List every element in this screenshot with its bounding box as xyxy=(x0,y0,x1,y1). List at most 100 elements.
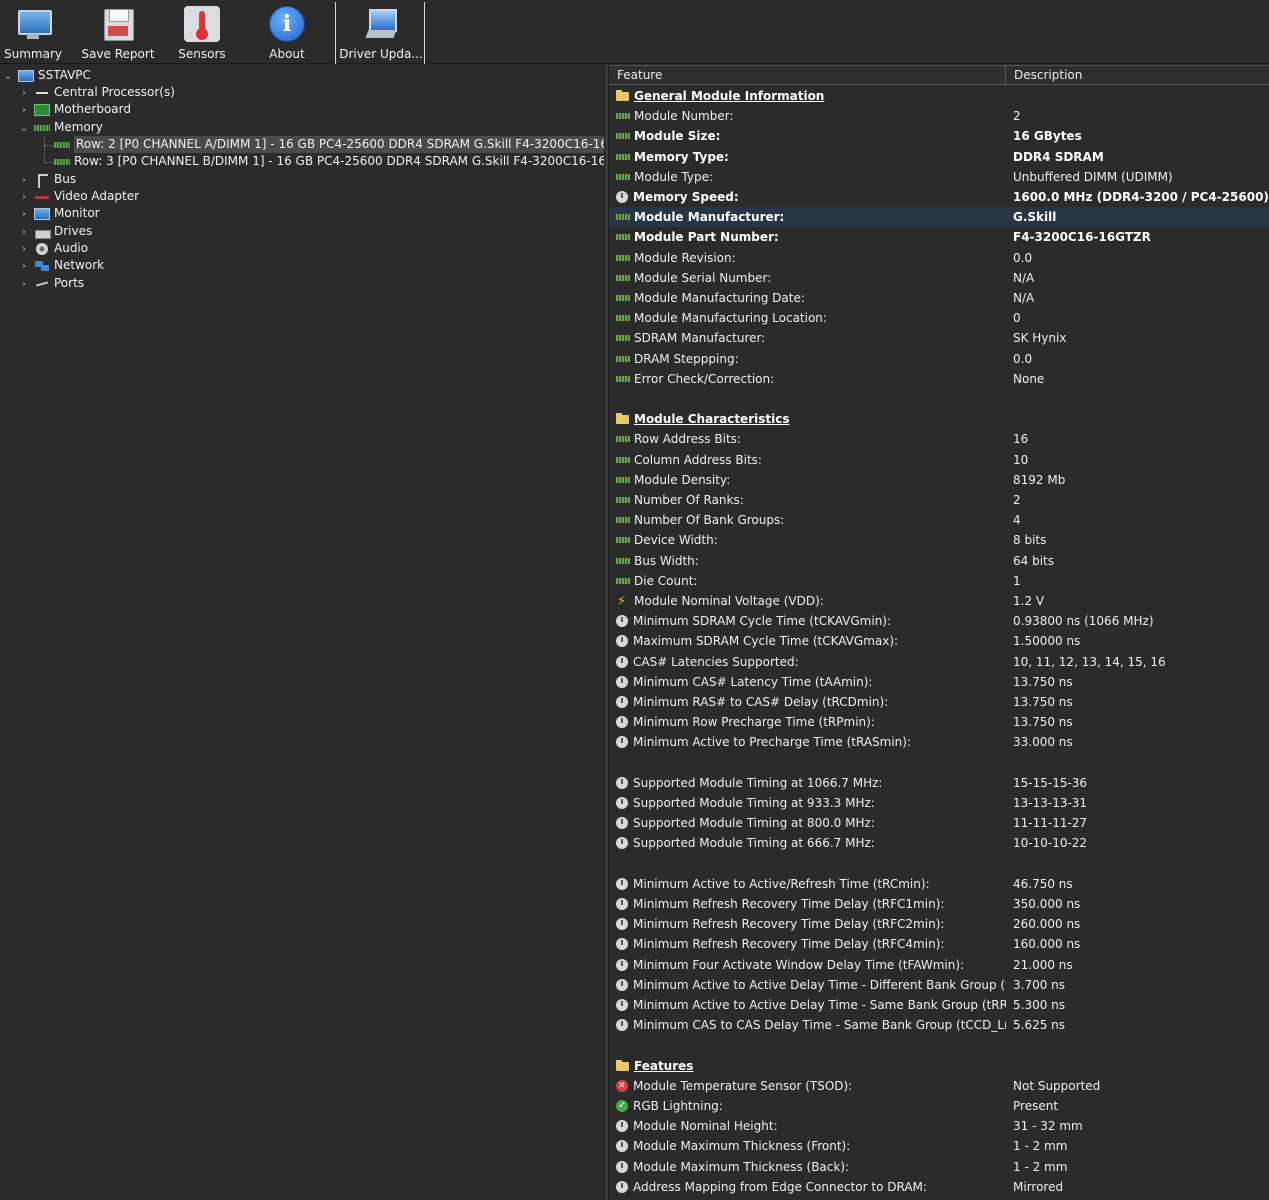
detail-row[interactable]: Minimum RAS# to CAS# Delay (tRCDmin): 13.… xyxy=(609,692,1269,712)
sensors-button[interactable]: Sensors xyxy=(174,2,230,62)
clock-icon xyxy=(616,696,628,708)
detail-row[interactable]: Memory Type: DDR4 SDRAM xyxy=(609,147,1269,167)
tree-item-memory-row-3[interactable]: Row: 3 [P0 CHANNEL B/DIMM 1] - 16 GB PC4… xyxy=(54,153,604,170)
section-header-row[interactable]: Features xyxy=(609,1056,1269,1076)
detail-row[interactable]: Minimum Refresh Recovery Time Delay (tRF… xyxy=(609,894,1269,914)
section-header-row[interactable]: Module Characteristics xyxy=(609,409,1269,429)
tree-item-memory-row-2[interactable]: Row: 2 [P0 CHANNEL A/DIMM 1] - 16 GB PC4… xyxy=(54,136,604,153)
detail-row[interactable]: Module Serial Number: N/A xyxy=(609,268,1269,288)
chevron-right-icon[interactable]: › xyxy=(18,188,30,205)
tree-item-bus[interactable]: › Bus xyxy=(18,171,76,188)
detail-row[interactable]: SDRAM Manufacturer: SK Hynix xyxy=(609,328,1269,348)
detail-row[interactable]: Number Of Ranks: 2 xyxy=(609,490,1269,510)
detail-row[interactable]: Module Size: 16 GBytes xyxy=(609,126,1269,146)
section-header-row[interactable]: General Module Information xyxy=(609,86,1269,106)
tree-item-audio[interactable]: › Audio xyxy=(18,240,88,257)
feature-text: Minimum Active to Active Delay Time - Di… xyxy=(633,977,1006,992)
detail-row[interactable]: Address Mapping from Edge Connector to D… xyxy=(609,1177,1269,1197)
detail-row[interactable]: Minimum Active to Active Delay Time - Di… xyxy=(609,975,1269,995)
tree-item-central-processors[interactable]: › Central Processor(s) xyxy=(18,84,175,101)
tree-root[interactable]: ⌄ SSTAVPC xyxy=(2,67,91,84)
driver-update-button[interactable]: Driver Upda... xyxy=(339,2,423,62)
detail-row[interactable]: Module Manufacturing Date: N/A xyxy=(609,288,1269,308)
description-cell: 0.0 xyxy=(1013,250,1033,265)
chevron-right-icon[interactable]: › xyxy=(18,240,30,257)
chevron-right-icon[interactable]: › xyxy=(18,275,30,292)
detail-row[interactable]: Maximum SDRAM Cycle Time (tCKAVGmax): 1.5… xyxy=(609,631,1269,651)
detail-row[interactable]: Minimum CAS# Latency Time (tAAmin): 13.75… xyxy=(609,672,1269,692)
chevron-right-icon[interactable]: › xyxy=(18,84,30,101)
detail-row[interactable]: Number Of Bank Groups: 4 xyxy=(609,510,1269,530)
detail-row[interactable]: Minimum CAS to CAS Delay Time - Same Ban… xyxy=(609,1015,1269,1035)
detail-row[interactable]: Module Revision: 0.0 xyxy=(609,248,1269,268)
tree-item-drives[interactable]: › Drives xyxy=(18,223,92,240)
save-report-button[interactable]: Save Report xyxy=(80,2,156,62)
column-header-description[interactable]: Description xyxy=(1006,66,1269,85)
tree-item-label: Row: 2 [P0 CHANNEL A/DIMM 1] - 16 GB PC4… xyxy=(74,136,604,153)
detail-row[interactable]: Supported Module Timing at 933.3 MHz: 13-… xyxy=(609,793,1269,813)
feature-cell: Minimum Active to Active Delay Time - Sa… xyxy=(616,995,1006,1015)
detail-row[interactable]: Minimum Active to Active Delay Time - Sa… xyxy=(609,995,1269,1015)
detail-row[interactable]: Supported Module Timing at 666.7 MHz: 10-… xyxy=(609,833,1269,853)
chevron-right-icon[interactable]: › xyxy=(18,171,30,188)
feature-text: Supported Module Timing at 933.3 MHz: xyxy=(633,796,875,810)
detail-row[interactable]: DRAM Steppping: 0.0 xyxy=(609,349,1269,369)
about-button[interactable]: About xyxy=(260,2,314,62)
detail-row[interactable]: Module Manufacturing Location: 0 xyxy=(609,308,1269,328)
detail-row[interactable]: Module Nominal Height: 31 - 32 mm xyxy=(609,1116,1269,1136)
detail-row[interactable]: Minimum Four Activate Window Delay Time … xyxy=(609,955,1269,975)
column-header-feature[interactable]: Feature xyxy=(609,66,1006,85)
info-icon xyxy=(269,6,305,42)
detail-row[interactable]: Bus Width: 64 bits xyxy=(609,551,1269,571)
detail-row[interactable]: Die Count: 1 xyxy=(609,571,1269,591)
detail-row[interactable]: Module Maximum Thickness (Back): 1 - 2 mm xyxy=(609,1157,1269,1177)
details-list[interactable]: Feature Description General Module Infor… xyxy=(609,65,1269,1200)
detail-row[interactable]: Module Manufacturer: G.Skill xyxy=(609,207,1269,228)
detail-row[interactable]: Supported Module Timing at 1066.7 MHz: 15… xyxy=(609,773,1269,793)
detail-row[interactable]: Module Nominal Voltage (VDD): 1.2 V xyxy=(609,591,1269,611)
detail-row[interactable]: Minimum SDRAM Cycle Time (tCKAVGmin): 0.9… xyxy=(609,611,1269,631)
detail-row[interactable]: Memory Speed: 1600.0 MHz (DDR4-3200 / PC4… xyxy=(609,187,1269,207)
detail-row[interactable]: Module Number: 2 xyxy=(609,106,1269,126)
chevron-right-icon[interactable]: › xyxy=(18,257,30,274)
detail-row[interactable]: Error Check/Correction: None xyxy=(609,369,1269,389)
chevron-down-icon[interactable]: ⌄ xyxy=(2,67,14,84)
detail-row[interactable]: Module Part Number: F4-3200C16-16GTZR xyxy=(609,227,1269,247)
driver-update-button-label: Driver Upda... xyxy=(339,47,423,61)
feature-cell: Minimum Four Activate Window Delay Time … xyxy=(616,955,1006,975)
tree-item-motherboard[interactable]: › Motherboard xyxy=(18,101,131,118)
tree-item-monitor[interactable]: › Monitor xyxy=(18,205,100,222)
device-tree[interactable]: ⌄ SSTAVPC › Central Processor(s) › Mothe… xyxy=(0,65,604,1200)
tree-connector xyxy=(44,136,45,163)
chevron-right-icon[interactable]: › xyxy=(18,223,30,240)
summary-button[interactable]: Summary xyxy=(4,2,62,62)
chevron-down-icon[interactable]: ⌄ xyxy=(18,119,30,136)
detail-row[interactable]: Device Width: 8 bits xyxy=(609,530,1269,550)
detail-row[interactable]: Module Maximum Thickness (Front): 1 - 2 m… xyxy=(609,1136,1269,1156)
detail-row[interactable]: Column Address Bits: 10 xyxy=(609,450,1269,470)
feature-cell: Module Characteristics xyxy=(616,409,1006,429)
chevron-right-icon[interactable]: › xyxy=(18,205,30,222)
detail-row[interactable]: Minimum Active to Precharge Time (tRASmi… xyxy=(609,732,1269,752)
description-cell: 0.93800 ns (1066 MHz) xyxy=(1013,614,1154,629)
feature-text: Maximum SDRAM Cycle Time (tCKAVGmax): xyxy=(633,634,899,649)
detail-row[interactable]: Supported Module Timing at 800.0 MHz: 11-… xyxy=(609,813,1269,833)
detail-row[interactable]: Module Density: 8192 Mb xyxy=(609,470,1269,490)
detail-row[interactable]: Minimum Refresh Recovery Time Delay (tRF… xyxy=(609,934,1269,954)
tree-item-video-adapter[interactable]: › Video Adapter xyxy=(18,188,139,205)
tree-item-ports[interactable]: › Ports xyxy=(18,275,84,292)
detail-row[interactable]: Minimum Row Precharge Time (tRPmin): 13.7… xyxy=(609,712,1269,732)
detail-row[interactable]: Minimum Refresh Recovery Time Delay (tRF… xyxy=(609,914,1269,934)
detail-row[interactable]: Module Temperature Sensor (TSOD): Not Sup… xyxy=(609,1076,1269,1096)
detail-row[interactable]: Row Address Bits: 16 xyxy=(609,429,1269,449)
feature-text: Minimum Active to Active Delay Time - Sa… xyxy=(633,998,1006,1012)
detail-row[interactable]: RGB Lightning: Present xyxy=(609,1096,1269,1116)
detail-row[interactable]: CAS# Latencies Supported: 10, 11, 12, 13,… xyxy=(609,652,1269,672)
clock-icon xyxy=(616,797,628,809)
description-cell: 2 xyxy=(1013,109,1021,124)
detail-row[interactable]: Module Type: Unbuffered DIMM (UDIMM) xyxy=(609,167,1269,187)
chevron-right-icon[interactable]: › xyxy=(18,101,30,118)
tree-item-memory[interactable]: ⌄ Memory xyxy=(18,119,102,136)
tree-item-network[interactable]: › Network xyxy=(18,257,104,274)
detail-row[interactable]: Minimum Active to Active/Refresh Time (t… xyxy=(609,874,1269,894)
